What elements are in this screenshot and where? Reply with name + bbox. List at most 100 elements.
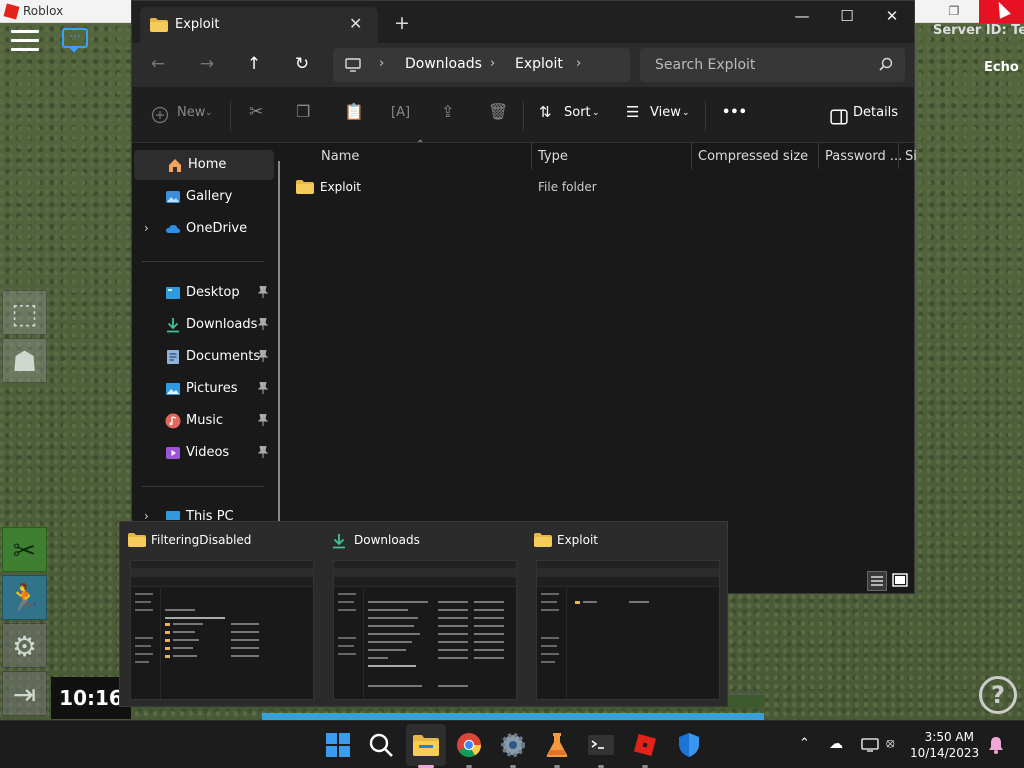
terminal-icon[interactable] bbox=[586, 730, 616, 760]
chat-icon[interactable]: ··· bbox=[62, 28, 88, 53]
sidebar-item-pictures[interactable]: Pictures bbox=[132, 374, 272, 404]
sidebar-item-videos[interactable]: Videos bbox=[132, 438, 272, 468]
windows-security-icon[interactable] bbox=[674, 730, 704, 760]
file-row[interactable]: Exploit File folder bbox=[296, 177, 896, 199]
sidebar-item-onedrive[interactable]: › OneDrive bbox=[132, 214, 272, 244]
chevron-up-icon[interactable]: ⌃ bbox=[799, 736, 810, 751]
new-button[interactable]: New bbox=[177, 105, 205, 120]
thumbnail-window[interactable]: Exploit bbox=[526, 522, 726, 708]
column-header-size[interactable]: Si bbox=[905, 149, 917, 164]
display-icon[interactable] bbox=[861, 738, 879, 752]
details-pane-icon bbox=[830, 109, 848, 125]
folder-icon bbox=[128, 533, 146, 547]
search-box[interactable]: Search Exploit bbox=[640, 48, 905, 82]
cloud-icon bbox=[166, 225, 180, 233]
roblox-menu-icon[interactable] bbox=[11, 30, 39, 51]
column-header-type[interactable]: Type bbox=[538, 149, 568, 164]
sidebar-item-music[interactable]: Music bbox=[132, 406, 272, 436]
flask-icon[interactable] bbox=[542, 730, 572, 760]
cloud-offline-icon[interactable]: ☁ bbox=[829, 736, 843, 752]
sidebar-item-gallery[interactable]: Gallery bbox=[132, 182, 272, 212]
pin-icon[interactable] bbox=[258, 414, 268, 426]
pin-icon[interactable] bbox=[258, 318, 268, 330]
pin-icon[interactable] bbox=[258, 350, 268, 362]
chrome-icon[interactable] bbox=[454, 730, 484, 760]
sort-icon: ⇅ bbox=[539, 103, 552, 121]
monitor-icon bbox=[345, 58, 361, 72]
details-view-icon[interactable] bbox=[867, 571, 887, 591]
sidebar-item-downloads[interactable]: Downloads bbox=[132, 310, 272, 340]
thumbnail-window[interactable]: FilteringDisabled bbox=[120, 522, 320, 708]
exit-door-icon[interactable]: ⇥ bbox=[2, 671, 47, 716]
settings-gear-icon[interactable] bbox=[498, 730, 528, 760]
thumbnail-title: Exploit bbox=[557, 533, 599, 547]
rename-icon[interactable]: [A] bbox=[391, 105, 410, 120]
more-options-button[interactable]: ••• bbox=[722, 105, 747, 120]
maximize-button[interactable]: ☐ bbox=[824, 7, 870, 29]
pin-icon[interactable] bbox=[258, 446, 268, 458]
file-explorer-window: Exploit ✕ + — ☐ ✕ ← → ↑ ↻ › Downloads › … bbox=[131, 0, 917, 595]
delete-icon[interactable]: 🗑 bbox=[488, 102, 508, 121]
thumbnail-window[interactable]: Downloads bbox=[323, 522, 523, 708]
chevron-right-icon[interactable]: › bbox=[144, 221, 149, 235]
notification-bell-icon[interactable] bbox=[988, 736, 1004, 754]
home-icon bbox=[169, 159, 181, 172]
system-clock[interactable]: 3:50 AM 10/14/2023 bbox=[910, 729, 979, 761]
file-explorer-icon[interactable] bbox=[411, 730, 441, 760]
windows-taskbar: ⌃ ☁ ⦻ 3:50 AM 10/14/2023 bbox=[0, 720, 1024, 768]
up-arrow-icon[interactable]: ↑ bbox=[242, 54, 266, 76]
chevron-down-icon: ⌄ bbox=[682, 108, 690, 118]
tab-close-icon[interactable]: ✕ bbox=[349, 14, 362, 33]
restore-icon[interactable]: ❐ bbox=[945, 4, 963, 20]
taskbar-thumbnail-popup: FilteringDisabled Downloads Exploit bbox=[119, 521, 728, 707]
new-tab-button[interactable]: + bbox=[394, 13, 410, 33]
pin-icon[interactable] bbox=[258, 382, 268, 394]
paste-icon[interactable]: 📋 bbox=[344, 102, 364, 121]
tool-run-button[interactable]: 🏃 bbox=[2, 575, 47, 620]
tool-scissors-button[interactable]: ✂ bbox=[2, 527, 47, 572]
folder-icon bbox=[296, 180, 314, 194]
game-progress-bar bbox=[262, 713, 764, 720]
breadcrumb-exploit[interactable]: Exploit bbox=[515, 56, 563, 72]
view-list-icon: ☰ bbox=[626, 103, 640, 121]
close-button[interactable]: ✕ bbox=[869, 7, 915, 29]
view-button[interactable]: View bbox=[650, 105, 681, 120]
refresh-icon[interactable]: ↻ bbox=[290, 54, 314, 76]
copy-icon[interactable]: ❐ bbox=[296, 102, 310, 121]
column-header-password[interactable]: Password ... bbox=[825, 149, 902, 164]
minimize-button[interactable]: — bbox=[779, 7, 825, 29]
server-id-label: Server ID: Test bbox=[933, 23, 1024, 38]
breadcrumb-downloads[interactable]: Downloads bbox=[405, 56, 482, 72]
file-type: File folder bbox=[538, 180, 597, 194]
help-button[interactable]: ? bbox=[979, 676, 1017, 714]
share-icon[interactable]: ⇪ bbox=[441, 102, 454, 121]
windows-start-icon[interactable] bbox=[323, 730, 353, 760]
sidebar-item-home[interactable]: Home bbox=[134, 150, 274, 180]
details-button[interactable]: Details bbox=[853, 105, 898, 120]
pin-icon[interactable] bbox=[258, 286, 268, 298]
explorer-command-bar: New ⌄ ✂ ❐ 📋 [A] ⇪ 🗑 ⇅ Sort ⌄ ☰ View ⌄ ••… bbox=[132, 87, 914, 143]
tiles-view-icon[interactable] bbox=[891, 571, 909, 589]
column-header-name[interactable]: Name bbox=[321, 149, 359, 164]
explorer-tab[interactable]: Exploit ✕ bbox=[140, 7, 378, 43]
roblox-icon[interactable] bbox=[630, 730, 660, 760]
network-icon[interactable]: ⦻ bbox=[886, 736, 895, 751]
roblox-logo-icon bbox=[3, 3, 20, 20]
settings-gear-icon[interactable]: ⚙ bbox=[2, 623, 47, 668]
address-bar[interactable]: › Downloads › Exploit › bbox=[333, 48, 630, 82]
explorer-tabbar: Exploit ✕ + — ☐ ✕ bbox=[132, 1, 914, 43]
sort-button[interactable]: Sort bbox=[564, 105, 591, 120]
search-icon[interactable] bbox=[366, 730, 396, 760]
back-arrow-icon[interactable]: ← bbox=[146, 54, 170, 76]
sidebar-item-desktop[interactable]: Desktop bbox=[132, 278, 272, 308]
search-icon bbox=[879, 57, 893, 71]
emote-icon[interactable]: ☗ bbox=[2, 338, 47, 383]
sidebar-scrollbar[interactable] bbox=[278, 161, 280, 521]
forward-arrow-icon[interactable]: → bbox=[195, 54, 219, 76]
backpack-icon[interactable]: ⬚ bbox=[2, 290, 47, 335]
column-header-compressed-size[interactable]: Compressed size bbox=[698, 149, 808, 164]
thumbnail-title: Downloads bbox=[354, 533, 420, 547]
sidebar-item-documents[interactable]: Documents bbox=[132, 342, 272, 372]
tab-title: Exploit bbox=[175, 17, 220, 32]
cut-icon[interactable]: ✂ bbox=[249, 102, 263, 122]
